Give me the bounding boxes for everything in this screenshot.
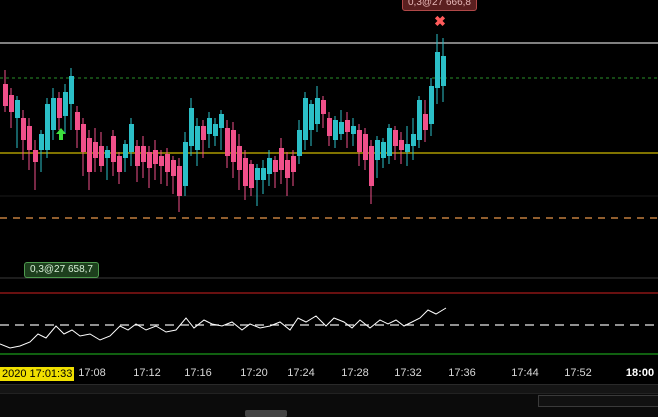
candle-body [57,98,62,118]
candle-body [93,142,98,158]
candle-body [105,150,110,158]
candle-body [249,164,254,188]
candle-body [231,130,236,162]
candle-body [315,98,320,124]
time-tick-label: 17:44 [511,367,539,379]
candle-body [225,128,230,156]
candle-body [411,134,416,146]
exit-trade-badge[interactable]: 0,3@27 666,8 [402,0,477,11]
candle-body [165,154,170,172]
candle-body [87,138,92,172]
candle-body [207,118,212,134]
candle-body [111,136,116,162]
candle-body [15,100,20,118]
candle-body [309,104,314,130]
candle-body [417,100,422,140]
candle-body [285,160,290,178]
candle-body [369,146,374,186]
candle-body [399,140,404,150]
candle-body [393,130,398,146]
candle-body [279,148,284,170]
candle-body [357,130,362,152]
candle-body [153,150,158,164]
candle-body [147,152,152,168]
candle-body [339,122,344,134]
candle-body [141,146,146,162]
scroll-handle[interactable] [245,410,287,417]
candle-body [423,114,428,130]
candle-body [297,130,302,156]
candle-body [273,160,278,172]
candle-body [39,134,44,150]
candle-body [351,126,356,134]
candle-body [117,156,122,172]
candle-body [63,92,68,116]
time-tick-label: 17:36 [448,367,476,379]
candle-body [429,86,434,124]
candle-body [267,158,272,174]
candle-body [99,146,104,166]
candle-body [219,114,224,128]
close-x-icon[interactable]: ✖ [433,14,447,28]
candle-body [177,166,182,196]
candle-body [213,124,218,136]
candle-body [27,126,32,150]
time-tick-label: 17:12 [133,367,161,379]
candle-body [159,156,164,166]
time-tick-label: 18:00 [625,367,655,379]
candle-body [135,146,140,166]
candle-body [69,76,74,104]
candle-body [345,120,350,132]
time-tick-label: 17:32 [394,367,422,379]
candle-body [51,98,56,130]
candle-body [243,158,248,186]
candle-body [195,126,200,150]
candle-body [303,98,308,140]
time-tick-label: 17:16 [184,367,212,379]
time-tick-label: 17:08 [78,367,106,379]
candle-body [327,118,332,136]
candle-body [441,56,446,86]
time-tick-label: 17:20 [240,367,268,379]
time-tick-label: 17:28 [341,367,369,379]
time-axis[interactable]: 17:08 17:12 17:16 17:20 17:24 17:28 17:32 17:36… [0,364,658,384]
candle-body [387,128,392,156]
candle-body [201,126,206,140]
candle-body [129,124,134,152]
candle-body [375,140,380,160]
candle-body [435,52,440,88]
candle-body [237,146,242,170]
candle-body [183,142,188,186]
horizontal-scrollbar[interactable] [0,384,658,393]
up-arrow-icon[interactable] [55,127,67,141]
time-tick-label: 17:52 [564,367,592,379]
trading-chart-window: 0,3@27 666,8 ✖ 0,3@27 658,7 17:08 17:12 17… [0,0,658,417]
candle-body [381,142,386,158]
candle-body [363,134,368,160]
candle-body [333,120,338,140]
price-chart[interactable] [0,0,658,364]
oscillator-line [0,307,447,349]
candles-group [3,34,446,212]
candle-body [189,108,194,146]
footer-panel [538,395,658,407]
candle-body [171,160,176,176]
candle-body [45,104,50,150]
candle-body [33,150,38,162]
candle-body [405,144,410,152]
candle-body [123,144,128,158]
candle-body [261,168,266,180]
candle-body [291,156,296,172]
cursor-time-label: 2020 17:01:33 [0,367,75,381]
candle-body [3,84,8,106]
candle-body [81,124,86,152]
candle-body [255,168,260,180]
candle-body [21,118,26,140]
time-tick-label: 17:24 [287,367,315,379]
candle-body [9,95,14,112]
candle-body [321,100,326,114]
candle-body [75,112,80,130]
entry-trade-badge[interactable]: 0,3@27 658,7 [24,262,99,278]
